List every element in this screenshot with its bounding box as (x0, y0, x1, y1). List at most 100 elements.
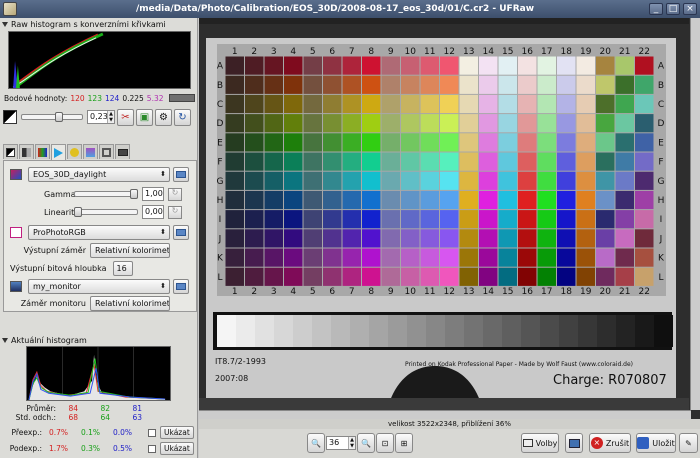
color-patch (381, 152, 400, 171)
color-patch (479, 229, 498, 248)
tab-base[interactable] (35, 144, 50, 159)
auto-exposure-button[interactable]: ✂ (117, 108, 134, 126)
point-value-g: 123 (87, 93, 102, 103)
show-underexp-button[interactable]: Ukázat (160, 442, 194, 455)
color-patch (420, 133, 439, 152)
raw-curve-green (16, 32, 104, 88)
display-profile-combo[interactable]: my_monitor ⬍ (28, 279, 170, 294)
row-label-right: D (658, 119, 665, 129)
spin-arrows-icon[interactable]: ▲ ▼ (107, 111, 114, 123)
minimize-button[interactable]: _ (649, 3, 663, 15)
horizontal-scrollbar[interactable] (199, 410, 691, 419)
color-patch (401, 56, 420, 75)
clip-highlights-button[interactable]: ⚙ (155, 108, 172, 126)
gamma-slider[interactable] (74, 189, 138, 199)
color-patch (479, 171, 498, 190)
show-overexp-checkbox[interactable] (148, 428, 156, 437)
vertical-scrollbar[interactable] (690, 18, 700, 410)
col-label-bottom: 6 (329, 287, 335, 297)
zoom-fit-button[interactable]: ⊡ (376, 433, 394, 453)
close-button[interactable]: × (683, 3, 697, 15)
bit-depth-combo[interactable]: 16 (112, 261, 133, 276)
color-patch (245, 267, 264, 286)
row-label-right: F (658, 158, 663, 168)
output-profile-combo[interactable]: ProPhotoRGB ⬍ (28, 225, 170, 240)
color-patch (479, 267, 498, 286)
col-label-top: 20 (600, 47, 612, 57)
color-patch (323, 94, 342, 114)
tab-corrections[interactable] (67, 144, 82, 159)
output-profile-value: ProPhotoRGB (33, 228, 86, 237)
zoom-out-button[interactable]: 🔍 (307, 433, 325, 453)
monitor-intent-combo[interactable]: Relativní kolorimetr (90, 296, 170, 311)
gray-patch (578, 315, 597, 347)
linearity-spin[interactable]: 0,00 (142, 205, 164, 219)
gamma-slider-thumb[interactable] (130, 189, 138, 199)
image-preview-area[interactable]: 1 2 3 4 5 6 7 8 9 10 11 12 13 14 15 16 17 18 19 20 21 22 1234… (199, 18, 700, 419)
color-patch (498, 94, 517, 114)
zoom-100-button[interactable]: ⊞ (395, 433, 413, 453)
input-profile-combo[interactable]: EOS_30D_daylight ⬍ (28, 167, 170, 182)
zoom-in-button[interactable]: 🔍 (357, 433, 375, 453)
raw-histogram-expander[interactable]: Raw histogram s konverzními křivkami (0, 18, 197, 30)
col-label-bottom: 9 (388, 287, 394, 297)
output-intent-row: Výstupní záměr Relativní kolorimetr (10, 243, 170, 258)
live-histogram-expander[interactable]: Aktuální histogram (0, 334, 198, 346)
maximize-button[interactable]: □ (666, 3, 680, 15)
gray-patch (426, 315, 445, 347)
color-patch (342, 190, 361, 210)
color-patch (303, 229, 322, 248)
color-patch (342, 267, 361, 286)
row-label-left: J (218, 234, 222, 244)
cancel-button[interactable]: × Zrušit (589, 433, 631, 453)
color-patch (225, 56, 244, 75)
overexp-r: 0.7% (48, 428, 68, 437)
reset-gamma-button[interactable]: ↻ (168, 187, 182, 201)
col-label-bottom: 16 (522, 287, 534, 297)
show-underexp-checkbox[interactable] (148, 444, 156, 453)
tab-crop[interactable] (99, 144, 114, 159)
exposure-slider[interactable] (21, 112, 83, 122)
reset-linearity-button[interactable]: ↻ (168, 205, 182, 219)
show-overexp-button[interactable]: Ukázat (160, 426, 194, 439)
color-patch (342, 56, 361, 75)
color-patch (323, 133, 342, 152)
gray-scale-strip (217, 315, 673, 347)
reset-exposure-button[interactable]: ↻ (174, 108, 191, 126)
exposure-slider-thumb[interactable] (55, 112, 64, 122)
linearity-label: Linearita (44, 207, 80, 217)
exif-icon (117, 148, 128, 156)
col-label-bottom: 19 (580, 287, 592, 297)
linearity-slider[interactable] (74, 207, 138, 217)
exposure-spin[interactable]: 0,23 ▲ ▼ (87, 110, 115, 124)
spin-arrows-icon[interactable]: ▲ ▼ (348, 437, 355, 449)
preview-button[interactable] (565, 433, 583, 453)
tab-color-management[interactable] (51, 144, 66, 160)
output-intent-combo[interactable]: Relativní kolorimetr (90, 243, 170, 258)
stddev-r: 68 (68, 413, 78, 422)
color-patch (576, 267, 595, 286)
color-patch (518, 133, 537, 152)
load-output-profile-button[interactable] (173, 225, 189, 240)
gamma-spin[interactable]: 1,00 (142, 187, 164, 201)
tab-lightness[interactable] (83, 144, 98, 159)
load-input-profile-button[interactable] (173, 167, 189, 182)
options-button[interactable]: Volby (521, 433, 559, 453)
cancel-label: Zrušit (605, 438, 630, 448)
col-label-top: 4 (290, 47, 296, 57)
load-display-profile-button[interactable] (173, 279, 189, 294)
save-button[interactable]: Uložit (636, 433, 676, 453)
zoom-spin[interactable]: 36 ▲ ▼ (326, 436, 356, 450)
tab-exif[interactable] (115, 144, 130, 159)
tab-white-balance[interactable] (19, 144, 34, 159)
color-patch (381, 210, 400, 229)
color-patch (557, 190, 576, 210)
color-patch (498, 190, 517, 210)
linearity-slider-thumb[interactable] (74, 207, 82, 217)
restore-details-button[interactable]: ▣ (136, 108, 153, 126)
color-patch (225, 190, 244, 210)
tab-raw[interactable] (3, 144, 18, 159)
it8-target-image[interactable]: 1 2 3 4 5 6 7 8 9 10 11 12 13 14 15 16 17 18 19 20 21 22 1234… (199, 18, 689, 410)
send-to-gimp-button[interactable]: ✎ (679, 433, 698, 453)
color-patch (537, 210, 556, 229)
